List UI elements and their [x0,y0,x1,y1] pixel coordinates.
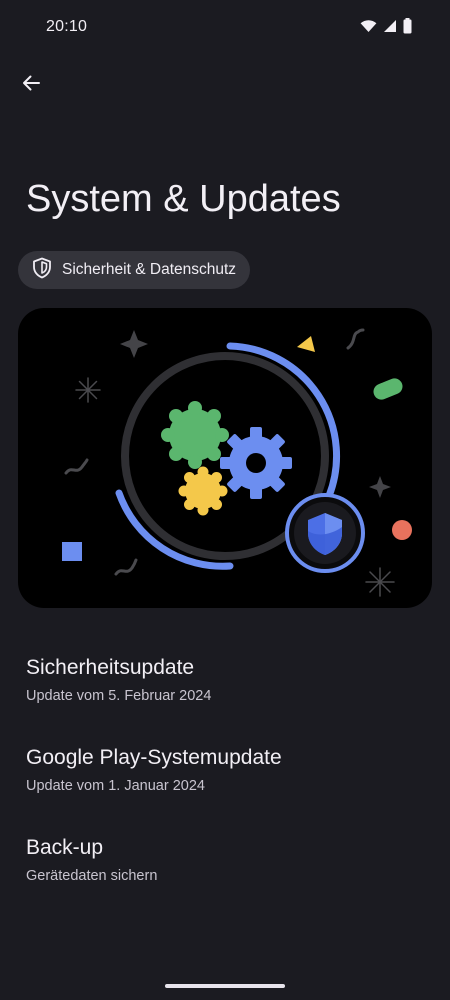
navigation-handle[interactable] [165,984,285,988]
security-privacy-chip[interactable]: Sicherheit & Datenschutz [18,251,251,289]
status-bar: 20:10 [0,0,450,56]
gear-icon [220,427,292,499]
chip-label: Sicherheit & Datenschutz [62,261,237,278]
item-subtitle: Gerätedaten sichern [26,868,158,884]
item-title: Back-up [26,836,104,859]
item-title: Sicherheitsupdate [26,656,195,679]
system-updates-illustration [18,308,432,608]
wifi-icon [360,19,377,38]
list-item-google-play-system-update[interactable]: Google Play-Systemupdate Update vom 1. J… [0,746,450,824]
status-time: 20:10 [46,18,88,35]
shield-icon [32,257,52,284]
shield-icon [285,493,365,573]
page-title: System & Updates [26,178,341,220]
item-subtitle: Update vom 5. Februar 2024 [26,688,212,704]
back-button[interactable] [14,68,48,102]
arrow-back-icon [21,73,41,98]
battery-icon [403,18,412,39]
item-subtitle: Update vom 1. Januar 2024 [26,778,205,794]
status-icons [360,18,412,39]
list-item-backup[interactable]: Back-up Gerätedaten sichern [0,836,450,914]
list-item-security-update[interactable]: Sicherheitsupdate Update vom 5. Februar … [0,656,450,734]
cellular-signal-icon [383,19,397,38]
item-title: Google Play-Systemupdate [26,746,282,769]
